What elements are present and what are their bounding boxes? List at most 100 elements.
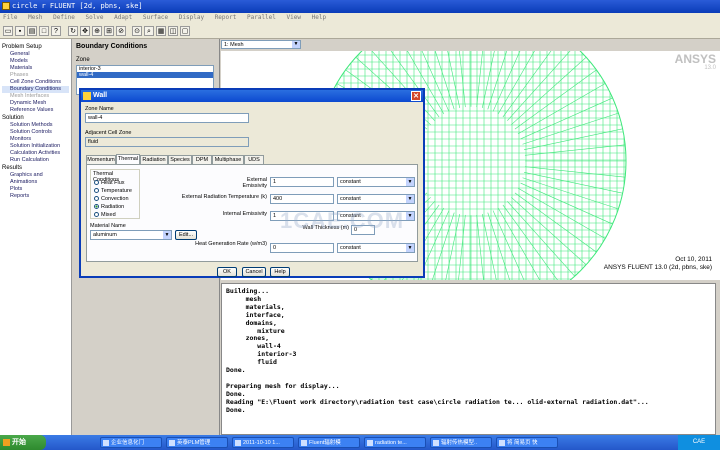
window-layout-icon[interactable]: ▢ (180, 26, 190, 36)
start-button[interactable]: 开始 (0, 435, 46, 450)
nav-item-plots[interactable]: Plots (2, 186, 69, 193)
internal-emissivity-label: Internal Emissivity (222, 211, 267, 217)
console-line: materials, (226, 302, 285, 311)
layout-icon[interactable]: ▦ (156, 26, 166, 36)
menu-file[interactable]: File (3, 14, 17, 21)
heat-generation-rate-field[interactable]: 0 (270, 243, 334, 253)
nav-item-boundary-conditions[interactable]: Boundary Conditions (2, 86, 69, 93)
console-line: interface, (226, 310, 285, 319)
tab-uds[interactable]: UDS (244, 155, 264, 164)
nav-item-models[interactable]: Models (2, 58, 69, 65)
nav-item-reference-values[interactable]: Reference Values (2, 107, 69, 114)
heat-generation-rate-method[interactable]: constant ▼ (337, 243, 415, 253)
nav-item-materials[interactable]: Materials (2, 65, 69, 72)
menu-mesh[interactable]: Mesh (28, 14, 42, 21)
print-icon[interactable]: ▤ (27, 26, 37, 36)
chevron-down-icon[interactable]: ▼ (406, 212, 414, 220)
taskbar-item[interactable]: 企业信息化门 (100, 437, 162, 448)
magnify-icon[interactable]: ⌕ (144, 26, 154, 36)
taskbar-item[interactable]: Fluent辐射模 (298, 437, 360, 448)
taskbar-item[interactable]: 将 简易页 快 (496, 437, 558, 448)
windows-logo-icon (3, 439, 10, 446)
help-icon[interactable]: ? (51, 26, 61, 36)
graphics-window-select[interactable]: 1: Mesh ▼ (221, 40, 301, 49)
zoom-box-icon[interactable]: ⊞ (104, 26, 114, 36)
external-radiation-temperature-field[interactable]: 400 (270, 194, 334, 204)
open-folder-icon[interactable]: ▭ (3, 26, 13, 36)
zone-list-item-selected[interactable]: wall-4 (77, 72, 213, 78)
nav-item-graphics-and-animations[interactable]: Graphics and Animations (2, 172, 69, 186)
console-line: mixture (226, 326, 285, 335)
chevron-down-icon[interactable]: ▼ (292, 41, 300, 48)
nav-item-general[interactable]: General (2, 51, 69, 58)
nav-item-run-calculation[interactable]: Run Calculation (2, 157, 69, 164)
graphics-date: Oct 10, 2011 (675, 256, 712, 263)
menu-view[interactable]: View (287, 14, 301, 21)
menu-surface[interactable]: Surface (143, 14, 168, 21)
nav-section-results[interactable]: Results (2, 165, 69, 172)
window-icon[interactable]: □ (39, 26, 49, 36)
nav-item-dynamic-mesh[interactable]: Dynamic Mesh (2, 100, 69, 107)
external-emissivity-field[interactable]: 1 (270, 177, 334, 187)
split-icon[interactable]: ◫ (168, 26, 178, 36)
console-line: Done. (226, 405, 246, 414)
dialog-icon (83, 92, 91, 100)
nav-item-cell-zone-conditions[interactable]: Cell Zone Conditions (2, 79, 69, 86)
radio-temperature[interactable]: Temperature (94, 188, 132, 194)
close-icon[interactable]: ✕ (411, 91, 421, 101)
menu-display[interactable]: Display (179, 14, 204, 21)
translate-icon[interactable]: ✥ (80, 26, 90, 36)
tab-dpm[interactable]: DPM (192, 155, 212, 164)
radio-radiation[interactable]: Radiation (94, 204, 124, 210)
cancel-button[interactable]: Cancel (242, 267, 266, 277)
console-output[interactable]: Building... mesh materials, interface, d… (221, 283, 716, 435)
nav-item-calculation-activities[interactable]: Calculation Activities (2, 150, 69, 157)
menu-parallel[interactable]: Parallel (247, 14, 276, 21)
nav-item-mesh-interfaces: Mesh Interfaces (10, 93, 50, 99)
nav-section-problem-setup[interactable]: Problem Setup (2, 44, 69, 51)
tab-thermal[interactable]: Thermal (116, 154, 140, 164)
app-icon (301, 440, 307, 446)
menu-define[interactable]: Define (53, 14, 75, 21)
menu-help[interactable]: Help (312, 14, 326, 21)
chevron-down-icon[interactable]: ▼ (406, 178, 414, 186)
material-name-select[interactable]: aluminum ▼ (90, 230, 172, 240)
system-tray[interactable]: CAE (678, 435, 720, 450)
save-icon[interactable]: ▪ (15, 26, 25, 36)
probe-icon[interactable]: ⊘ (116, 26, 126, 36)
tab-species[interactable]: Species (168, 155, 192, 164)
rotate-icon[interactable]: ↻ (68, 26, 78, 36)
menu-adapt[interactable]: Adapt (114, 14, 132, 21)
ok-button[interactable]: OK (217, 267, 237, 277)
nav-item-solution-initialization[interactable]: Solution Initialization (2, 143, 69, 150)
taskbar-item[interactable]: 英泰PLM管理 (166, 437, 228, 448)
menu-solve[interactable]: Solve (85, 14, 103, 21)
chevron-down-icon[interactable]: ▼ (163, 231, 171, 239)
edit-material-button[interactable]: Edit... (175, 230, 197, 240)
panel-title: Boundary Conditions (76, 43, 148, 50)
zone-name-field[interactable]: wall-4 (85, 113, 249, 123)
external-emissivity-method[interactable]: constant ▼ (337, 177, 415, 187)
fit-icon[interactable]: ⊙ (132, 26, 142, 36)
chevron-down-icon[interactable]: ▼ (406, 244, 414, 252)
radio-heat-flux[interactable]: Heat Flux (94, 180, 125, 186)
help-button[interactable]: Help (270, 267, 290, 277)
nav-section-solution[interactable]: Solution (2, 115, 69, 122)
tab-momentum[interactable]: Momentum (86, 155, 116, 164)
nav-item-solution-controls[interactable]: Solution Controls (2, 129, 69, 136)
menu-report[interactable]: Report (215, 14, 237, 21)
nav-item-monitors[interactable]: Monitors (2, 136, 69, 143)
nav-item-reports[interactable]: Reports (2, 193, 69, 200)
taskbar-item[interactable]: 2011-10-10 1... (232, 437, 294, 448)
chevron-down-icon[interactable]: ▼ (406, 195, 414, 203)
tab-multiphase[interactable]: Multiphase (212, 155, 244, 164)
tab-radiation[interactable]: Radiation (140, 155, 168, 164)
app-icon (103, 440, 109, 446)
radio-convection[interactable]: Convection (94, 196, 129, 202)
taskbar-item[interactable]: radiation te... (364, 437, 426, 448)
zoom-icon[interactable]: ⊕ (92, 26, 102, 36)
nav-item-solution-methods[interactable]: Solution Methods (2, 122, 69, 129)
taskbar-item[interactable]: 辐射传热模型.. (430, 437, 492, 448)
external-radiation-temperature-method[interactable]: constant ▼ (337, 194, 415, 204)
radio-mixed[interactable]: Mixed (94, 212, 116, 218)
